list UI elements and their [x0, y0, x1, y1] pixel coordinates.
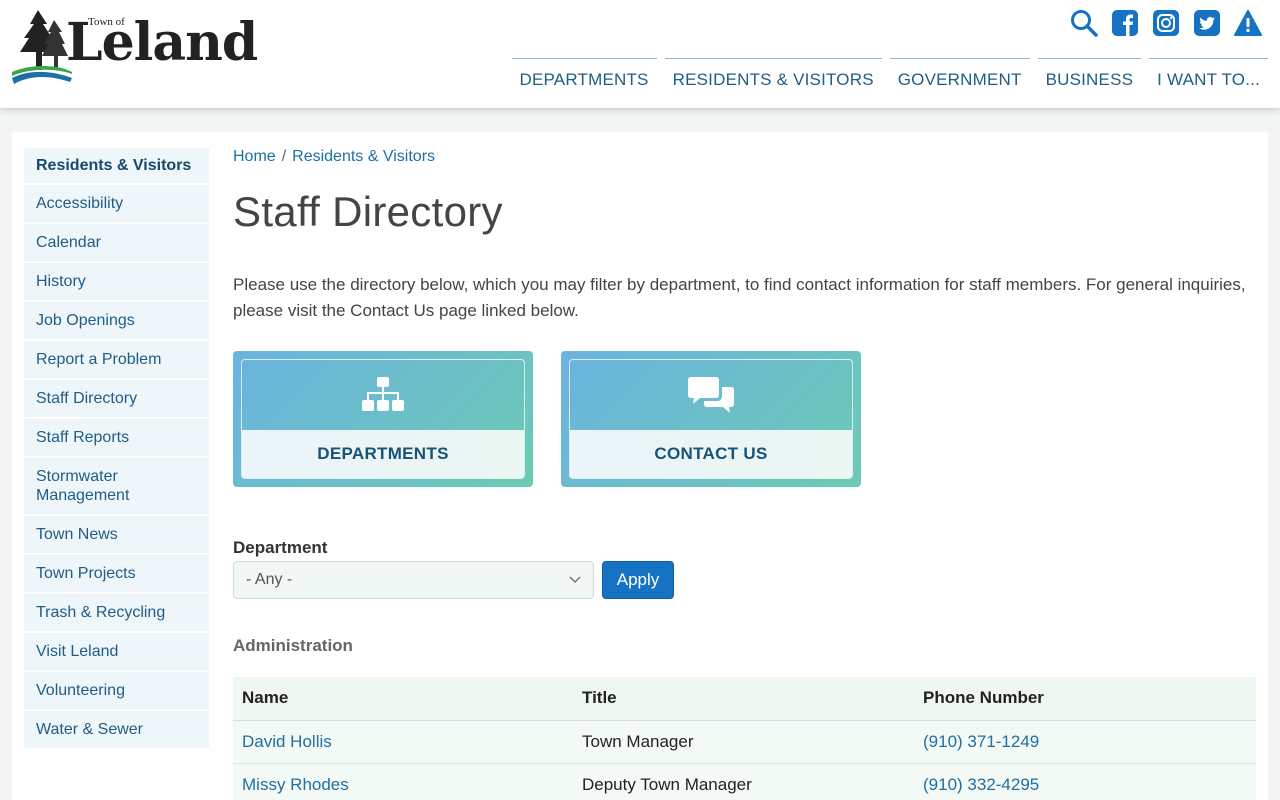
sidebar-item-accessibility[interactable]: Accessibility [24, 185, 209, 224]
org-chart-icon [362, 377, 404, 411]
department-filter: Department - Any - Apply [233, 538, 674, 599]
sidebar-item-town-news[interactable]: Town News [24, 516, 209, 555]
sidebar-item-volunteering[interactable]: Volunteering [24, 672, 209, 711]
chevron-down-icon [569, 576, 581, 584]
quick-link-tiles: DEPARTMENTS CONTACT US [233, 351, 861, 487]
breadcrumb-home[interactable]: Home [233, 148, 276, 165]
sidebar-item-history[interactable]: History [24, 263, 209, 302]
departments-tile-label: DEPARTMENTS [242, 430, 524, 478]
sidebar-item-job-openings[interactable]: Job Openings [24, 302, 209, 341]
column-header-title: Title [573, 677, 914, 721]
logo-name: Leland [66, 12, 258, 73]
breadcrumb-current[interactable]: Residents & Visitors [292, 148, 435, 165]
sidebar-item-staff-directory[interactable]: Staff Directory [24, 380, 209, 419]
town-logo[interactable]: Town of Leland [10, 6, 270, 86]
breadcrumb: Home / Residents & Visitors [233, 148, 1256, 170]
sidebar-item-staff-reports[interactable]: Staff Reports [24, 419, 209, 458]
department-section-title: Administration [233, 636, 353, 655]
sidebar-item-town-projects[interactable]: Town Projects [24, 555, 209, 594]
main-navigation: DEPARTMENTS RESIDENTS & VISITORS GOVERNM… [511, 58, 1268, 98]
staff-name-link[interactable]: David Hollis [233, 720, 573, 764]
departments-tile[interactable]: DEPARTMENTS [233, 351, 533, 487]
utility-icons [1070, 8, 1262, 38]
apply-button[interactable]: Apply [602, 561, 674, 599]
search-icon[interactable] [1070, 8, 1098, 38]
nav-residents-visitors[interactable]: RESIDENTS & VISITORS [664, 58, 882, 98]
nav-i-want-to[interactable]: I WANT TO... [1149, 58, 1268, 98]
alert-icon[interactable] [1234, 8, 1262, 38]
table-row: Missy Rhodes Deputy Town Manager (910) 3… [233, 763, 1256, 800]
staff-phone-link[interactable]: (910) 371-1249 [914, 720, 1256, 764]
breadcrumb-separator: / [281, 148, 287, 165]
contact-us-tile-label: CONTACT US [570, 430, 852, 478]
site-header: Town of Leland DEPARTMENTS RESIDENTS & V… [0, 0, 1280, 108]
sidebar-item-calendar[interactable]: Calendar [24, 224, 209, 263]
table-header-row: Name Title Phone Number [233, 677, 1256, 721]
staff-title: Town Manager [573, 720, 914, 764]
twitter-icon[interactable] [1193, 8, 1221, 38]
nav-business[interactable]: BUSINESS [1037, 58, 1142, 98]
contact-us-tile[interactable]: CONTACT US [561, 351, 861, 487]
department-filter-label: Department [233, 538, 328, 557]
sidebar-item-water-sewer[interactable]: Water & Sewer [24, 711, 209, 750]
intro-text: Please use the directory below, which yo… [233, 275, 1246, 320]
department-select-value: - Any - [246, 571, 293, 588]
table-row: David Hollis Town Manager (910) 371-1249 [233, 720, 1256, 764]
staff-table: Name Title Phone Number David Hollis Tow… [233, 677, 1256, 800]
sidebar-nav: Residents & Visitors Accessibility Calen… [24, 148, 209, 750]
nav-departments[interactable]: DEPARTMENTS [511, 58, 657, 98]
sidebar-item-stormwater-management[interactable]: Stormwater Management [24, 458, 209, 516]
nav-government[interactable]: GOVERNMENT [889, 58, 1030, 98]
column-header-name: Name [233, 677, 573, 721]
sidebar-heading[interactable]: Residents & Visitors [24, 148, 209, 185]
staff-name-link[interactable]: Missy Rhodes [233, 763, 573, 800]
instagram-icon[interactable] [1152, 8, 1180, 38]
sidebar-item-report-a-problem[interactable]: Report a Problem [24, 341, 209, 380]
main-content: Home / Residents & Visitors Staff Director… [233, 148, 1256, 800]
facebook-icon[interactable] [1111, 8, 1139, 38]
staff-phone-link[interactable]: (910) 332-4295 [914, 763, 1256, 800]
sidebar-item-trash-recycling[interactable]: Trash & Recycling [24, 594, 209, 633]
staff-title: Deputy Town Manager [573, 763, 914, 800]
sidebar-item-visit-leland[interactable]: Visit Leland [24, 633, 209, 672]
page-title: Staff Directory [233, 188, 503, 235]
column-header-phone: Phone Number [914, 677, 1256, 721]
chat-bubbles-icon [688, 377, 734, 413]
department-select[interactable]: - Any - [233, 561, 594, 599]
